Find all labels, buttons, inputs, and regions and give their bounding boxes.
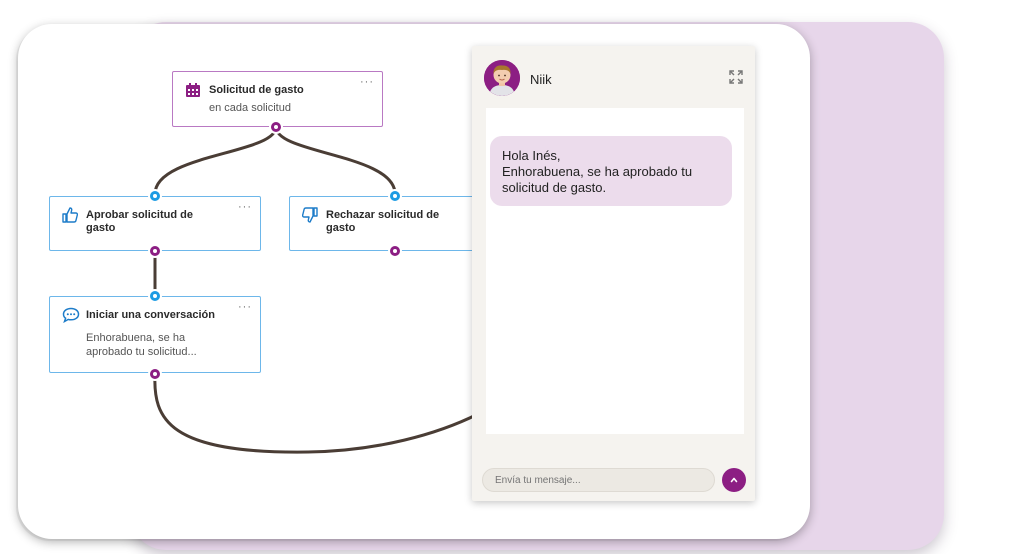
- avatar: [484, 60, 520, 96]
- thumbs-down-icon: [301, 207, 318, 223]
- node-menu-button[interactable]: ···: [238, 301, 252, 313]
- chat-messages: Hola Inés, Enhorabuena, se ha aprobado t…: [486, 108, 744, 434]
- chat-panel: Niik Hola Inés, Enhorabuena, se ha aprob…: [472, 46, 755, 501]
- input-port[interactable]: [388, 189, 402, 203]
- node-title-line: gasto: [326, 222, 356, 234]
- send-button[interactable]: [722, 468, 746, 492]
- message-line: Enhorabuena, se ha aprobado tu: [502, 164, 693, 179]
- chat-header: Niik: [472, 46, 755, 106]
- output-port[interactable]: [269, 120, 283, 134]
- node-title: Iniciar una conversación: [86, 309, 215, 321]
- node-title-line: Rechazar solicitud de: [326, 209, 440, 221]
- output-port[interactable]: [388, 244, 402, 258]
- connector-conversation-chat: [153, 373, 479, 454]
- thumbs-up-icon: [62, 207, 79, 223]
- node-subtitle-line: aprobado tu solicitud...: [86, 346, 197, 358]
- arrow-up-icon: [730, 477, 738, 483]
- node-subtitle: en cada solicitud: [209, 102, 291, 114]
- connector-trigger-approve: [153, 126, 278, 195]
- bot-name: Niik: [530, 72, 552, 87]
- expand-icon[interactable]: [729, 70, 743, 84]
- node-subtitle-line: Enhorabuena, se ha: [86, 332, 186, 344]
- flow-canvas[interactable]: Solicitud de gasto en cada solicitud ···…: [18, 24, 501, 539]
- input-port[interactable]: [148, 189, 162, 203]
- node-subtitle: Enhorabuena, se ha aprobado tu solicitud…: [86, 331, 250, 359]
- chat-bubble-icon: [62, 307, 80, 324]
- node-menu-button[interactable]: ···: [360, 76, 374, 88]
- node-menu-button[interactable]: ···: [238, 201, 252, 213]
- message-input[interactable]: [482, 468, 715, 492]
- action-node-start-conversation[interactable]: Iniciar una conversación Enhorabuena, se…: [49, 296, 261, 373]
- node-title-line: Aprobar solicitud de: [86, 209, 193, 221]
- calendar-icon: [185, 82, 201, 98]
- node-title: Solicitud de gasto: [209, 84, 304, 96]
- connector-trigger-reject: [274, 126, 397, 195]
- node-title: Aprobar solicitud de gasto: [86, 209, 234, 235]
- output-port[interactable]: [148, 244, 162, 258]
- node-title-line: gasto: [86, 222, 116, 234]
- input-port[interactable]: [148, 289, 162, 303]
- output-port[interactable]: [148, 367, 162, 381]
- message-line: Hola Inés,: [502, 148, 561, 163]
- trigger-node-expense-request[interactable]: Solicitud de gasto en cada solicitud ···: [172, 71, 383, 127]
- action-node-approve[interactable]: Aprobar solicitud de gasto ···: [49, 196, 261, 251]
- message-line: solicitud de gasto.: [502, 180, 607, 195]
- action-node-reject[interactable]: Rechazar solicitud de gasto: [289, 196, 501, 251]
- bot-message-bubble: Hola Inés, Enhorabuena, se ha aprobado t…: [490, 136, 732, 206]
